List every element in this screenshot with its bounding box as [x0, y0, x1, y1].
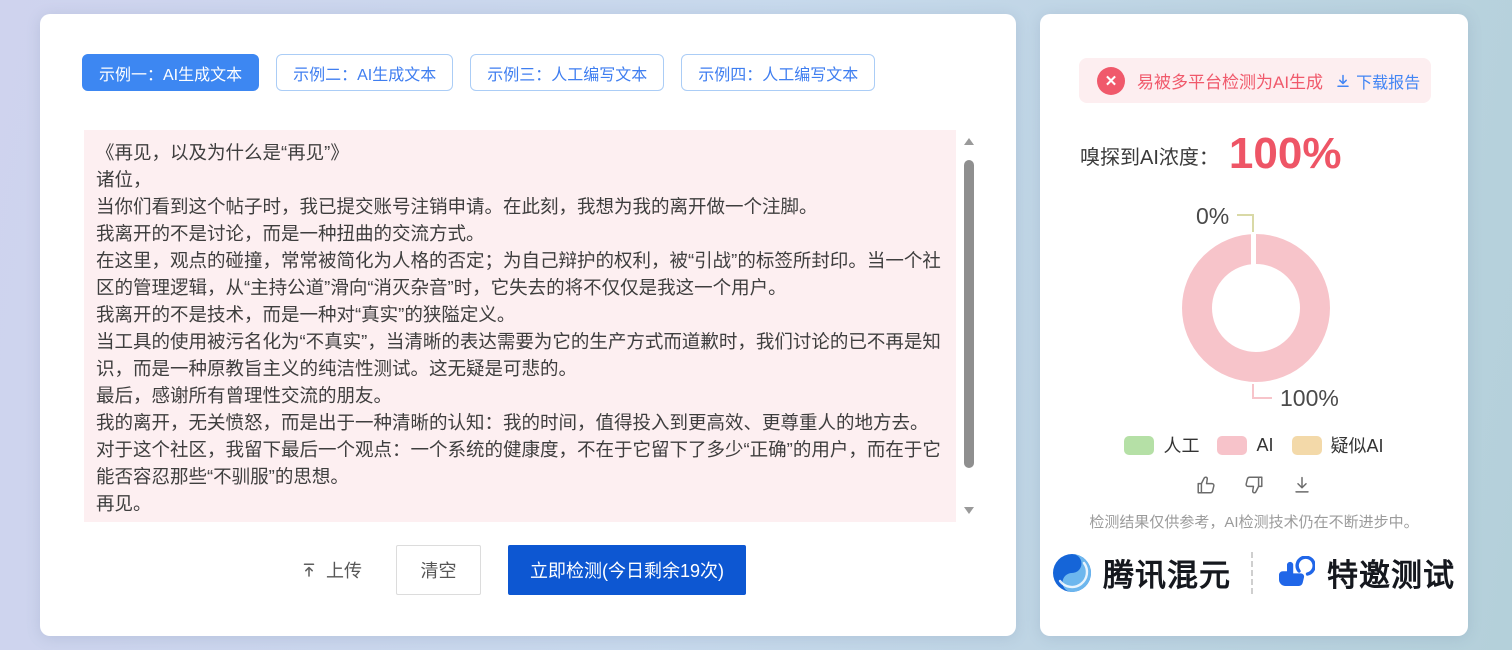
hunyuan-logo-icon	[1053, 554, 1091, 592]
legend-swatch-ai	[1217, 436, 1247, 455]
zero-percent-callout-line	[1237, 215, 1253, 232]
upload-label: 上传	[326, 557, 362, 583]
tab-example-3[interactable]: 示例三：人工编写文本	[470, 54, 664, 91]
essay-text[interactable]: 《再见，以及为什么是“再见”》 诸位， 当你们看到这个帖子时，我已提交账号注销申…	[84, 130, 956, 522]
download-icon	[1335, 73, 1351, 89]
download-report-label: 下载报告	[1356, 69, 1420, 93]
detector-input-panel: 示例一：AI生成文本 示例二：AI生成文本 示例三：人工编写文本 示例四：人工编…	[40, 14, 1016, 636]
thumb-up-icon[interactable]	[1195, 474, 1217, 496]
upload-icon	[300, 561, 318, 579]
zero-percent-label: 0%	[1196, 203, 1229, 229]
donut-ring-ai-segment	[1197, 249, 1315, 367]
result-banner: ✕ 易被多平台检测为AI生成 下载报告	[1079, 58, 1431, 103]
invited-test-label: 特邀测试	[1327, 550, 1455, 595]
legend-item-suspected-ai[interactable]: 疑似AI	[1292, 432, 1384, 458]
disclaimer-text: 检测结果仅供参考，AI检测技术仍在不断进步中。	[1040, 511, 1468, 532]
thumb-down-icon[interactable]	[1243, 474, 1265, 496]
detect-button[interactable]: 立即检测(今日剩余19次)	[508, 545, 746, 595]
detection-result-panel: ✕ 易被多平台检测为AI生成 下载报告 嗅探到AI浓度： 100% 0% 100…	[1040, 14, 1468, 636]
x-circle-icon: ✕	[1097, 67, 1125, 95]
brand-footer: 腾讯混元 特邀测试	[1040, 550, 1468, 595]
ai-ratio-donut-chart: 0% 100%	[1100, 194, 1400, 424]
result-banner-text: 易被多平台检测为AI生成	[1137, 68, 1323, 93]
tab-example-4[interactable]: 示例四：人工编写文本	[681, 54, 875, 91]
scrollbar-thumb[interactable]	[964, 160, 974, 468]
legend-swatch-suspected-ai	[1292, 436, 1322, 455]
download-report-link[interactable]: 下载报告	[1335, 69, 1420, 93]
upload-button[interactable]: 上传	[300, 557, 362, 583]
legend-item-ai[interactable]: AI	[1217, 435, 1273, 456]
donut-zero-slice-gap	[1251, 232, 1256, 266]
ai-concentration: 嗅探到AI浓度： 100%	[1080, 132, 1341, 176]
hundred-percent-label: 100%	[1280, 385, 1339, 411]
ai-concentration-label: 嗅探到AI浓度：	[1080, 141, 1219, 176]
chart-legend: 人工 AI 疑似AI	[1040, 432, 1468, 458]
legend-swatch-human	[1124, 436, 1154, 455]
ai-concentration-value: 100%	[1229, 132, 1342, 176]
scroll-up-arrow-icon[interactable]	[964, 138, 974, 145]
legend-item-human[interactable]: 人工	[1124, 432, 1199, 458]
clear-button[interactable]: 清空	[396, 545, 481, 595]
text-input-area[interactable]: 《再见，以及为什么是“再见”》 诸位， 当你们看到这个帖子时，我已提交账号注销申…	[84, 130, 976, 522]
brand-name: 腾讯混元	[1103, 550, 1231, 595]
tab-example-2[interactable]: 示例二：AI生成文本	[276, 54, 453, 91]
download-result-icon[interactable]	[1291, 474, 1313, 496]
hundred-percent-callout-line	[1253, 384, 1272, 398]
textarea-scrollbar[interactable]	[962, 138, 976, 514]
tab-example-1[interactable]: 示例一：AI生成文本	[82, 54, 259, 91]
footer-divider	[1251, 552, 1253, 594]
example-tabs: 示例一：AI生成文本 示例二：AI生成文本 示例三：人工编写文本 示例四：人工编…	[82, 54, 875, 91]
invited-test-hand-icon	[1273, 556, 1315, 590]
scroll-down-arrow-icon[interactable]	[964, 507, 974, 514]
feedback-row	[1040, 474, 1468, 496]
legend-label-ai: AI	[1256, 435, 1273, 456]
legend-label-suspected-ai: 疑似AI	[1331, 432, 1384, 458]
legend-label-human: 人工	[1163, 432, 1199, 458]
